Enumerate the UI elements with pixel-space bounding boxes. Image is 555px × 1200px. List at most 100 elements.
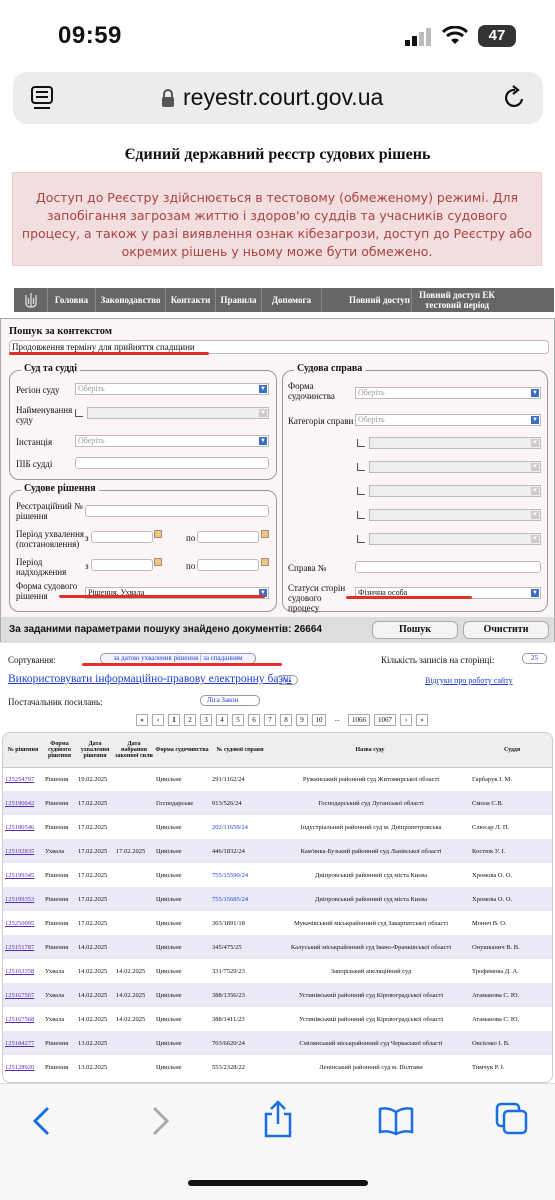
- page-link[interactable]: 1066: [348, 714, 370, 726]
- bookmarks-icon[interactable]: [378, 1106, 414, 1136]
- doc-number-cell[interactable]: 125163358: [3, 959, 43, 983]
- doc-number-cell[interactable]: 125167568: [3, 1007, 43, 1031]
- case-number-input[interactable]: [355, 561, 541, 573]
- use-db-select[interactable]: так: [276, 675, 298, 685]
- page-link[interactable]: 10: [312, 714, 326, 726]
- category-select[interactable]: Оберіть ▼: [355, 414, 541, 426]
- table-row[interactable]: 125192835 Ухвала 17.02.2025 17.02.2025 Цивіл…: [3, 839, 552, 863]
- table-row[interactable]: 125199345 Рішення 17.02.2025 Цивільне 755/15…: [3, 863, 552, 887]
- clear-button[interactable]: Очистити: [463, 621, 549, 639]
- case-number-cell[interactable]: 755/15590/24: [210, 863, 270, 887]
- calendar-icon[interactable]: [261, 530, 269, 538]
- proc-form-select[interactable]: Оберіть ▼: [355, 387, 541, 399]
- subcategory-select[interactable]: ▼: [369, 485, 541, 497]
- table-row[interactable]: 125163358 Ухвала 14.02.2025 14.02.2025 Цивіл…: [3, 959, 552, 983]
- category-checkbox[interactable]: [357, 439, 365, 447]
- calendar-icon[interactable]: [261, 558, 269, 566]
- nav-legislation[interactable]: Законодавство: [96, 288, 166, 312]
- court-name-checkbox[interactable]: [75, 409, 83, 417]
- subcategory-select[interactable]: ▼: [369, 437, 541, 449]
- case-number-cell[interactable]: 703/6620/24: [210, 1031, 270, 1055]
- table-row[interactable]: 125128920 Рішення 13.02.2025 Цивільне 553/23…: [3, 1055, 552, 1079]
- calendar-icon[interactable]: [154, 530, 162, 538]
- case-number-cell[interactable]: 291/1162/24: [210, 767, 270, 791]
- nav-full-access[interactable]: Повний доступ: [348, 288, 412, 312]
- subcategory-select[interactable]: ▼: [369, 461, 541, 473]
- page-next[interactable]: ›: [400, 714, 412, 726]
- trident-logo[interactable]: [14, 288, 48, 312]
- table-row[interactable]: 125167567 Ухвала 14.02.2025 14.02.2025 Цивіл…: [3, 983, 552, 1007]
- category-checkbox[interactable]: [357, 487, 365, 495]
- page-link[interactable]: 8: [280, 714, 292, 726]
- table-row[interactable]: 125180546 Рішення 17.02.2025 Цивільне 202/11…: [3, 815, 552, 839]
- page-link[interactable]: 7: [264, 714, 276, 726]
- doc-number-cell[interactable]: 125167567: [3, 983, 43, 1007]
- doc-number-cell[interactable]: 125151787: [3, 935, 43, 959]
- case-number-cell[interactable]: 913/526/24: [210, 791, 270, 815]
- regnum-input[interactable]: [85, 505, 269, 517]
- nav-home[interactable]: Головна: [48, 288, 96, 312]
- doc-number-cell[interactable]: 125184277: [3, 1031, 43, 1055]
- case-number-cell[interactable]: 388/1411/23: [210, 1007, 270, 1031]
- back-icon[interactable]: [30, 1106, 52, 1136]
- table-row[interactable]: 125250095 Рішення 17.02.2025 Цивільне 303/18…: [3, 911, 552, 935]
- page-first[interactable]: «: [136, 714, 148, 726]
- nav-rules[interactable]: Правила: [216, 288, 262, 312]
- category-checkbox[interactable]: [357, 535, 365, 543]
- adopt-to-input[interactable]: [197, 531, 259, 543]
- table-row[interactable]: 125167568 Ухвала 14.02.2025 14.02.2025 Цивіл…: [3, 1007, 552, 1031]
- table-row[interactable]: 125199353 Рішення 17.02.2025 Цивільне 755/15…: [3, 887, 552, 911]
- receive-from-input[interactable]: [91, 559, 153, 571]
- search-button[interactable]: Пошук: [372, 621, 458, 639]
- case-number-cell[interactable]: 202/11659/24: [210, 815, 270, 839]
- nav-help[interactable]: Допомога: [262, 288, 322, 312]
- table-row[interactable]: 125184277 Рішення 13.02.2025 Цивільне 703/66…: [3, 1031, 552, 1055]
- subcategory-select[interactable]: ▼: [369, 533, 541, 545]
- use-db-link[interactable]: Використовувати інформаційно-правову еле…: [8, 673, 292, 685]
- share-icon[interactable]: [262, 1100, 294, 1138]
- doc-number-cell[interactable]: 125128920: [3, 1055, 43, 1079]
- page-last[interactable]: »: [416, 714, 428, 726]
- doc-number-cell[interactable]: 125199353: [3, 887, 43, 911]
- case-number-cell[interactable]: 303/1891/18: [210, 911, 270, 935]
- doc-number-cell[interactable]: 125254797: [3, 767, 43, 791]
- page-current[interactable]: 1: [168, 714, 180, 726]
- adopt-from-input[interactable]: [91, 531, 153, 543]
- region-select[interactable]: Оберіть ▼: [75, 383, 269, 395]
- table-row[interactable]: 125254797 Рішення 19.02.2025 Цивільне 291/11…: [3, 767, 552, 791]
- page-link[interactable]: 3: [200, 714, 212, 726]
- feedback-link[interactable]: Відгуки про роботу сайту: [425, 676, 513, 685]
- case-number-cell[interactable]: 345/475/25: [210, 935, 270, 959]
- doc-number-cell[interactable]: 125180546: [3, 815, 43, 839]
- case-number-cell[interactable]: 331/7529/23: [210, 959, 270, 983]
- court-name-select[interactable]: ▼: [87, 407, 269, 419]
- page-link[interactable]: 5: [232, 714, 244, 726]
- category-checkbox[interactable]: [357, 463, 365, 471]
- table-row[interactable]: 125151787 Рішення 14.02.2025 Цивільне 345/47…: [3, 935, 552, 959]
- subcategory-select[interactable]: ▼: [369, 509, 541, 521]
- doc-number-cell[interactable]: 125199345: [3, 863, 43, 887]
- nav-contacts[interactable]: Контакти: [166, 288, 216, 312]
- doc-number-cell[interactable]: 125192835: [3, 839, 43, 863]
- page-link[interactable]: 2: [184, 714, 196, 726]
- page-link[interactable]: 1067: [374, 714, 396, 726]
- table-row[interactable]: 125190042 Рішення 17.02.2025 Господарське 91…: [3, 791, 552, 815]
- address-bar[interactable]: reyestr.court.gov.ua: [13, 72, 543, 124]
- page-link[interactable]: 9: [296, 714, 308, 726]
- forward-icon[interactable]: [150, 1106, 172, 1136]
- page-link[interactable]: 6: [248, 714, 260, 726]
- case-number-cell[interactable]: 755/15685/24: [210, 887, 270, 911]
- receive-to-input[interactable]: [197, 559, 259, 571]
- instance-select[interactable]: Оберіть ▼: [75, 435, 269, 447]
- tabs-icon[interactable]: [495, 1102, 529, 1136]
- doc-number-cell[interactable]: 125190042: [3, 791, 43, 815]
- reader-icon[interactable]: [31, 86, 53, 110]
- nav-full-access-ek[interactable]: Повний доступ ЕК тестовий період: [412, 288, 502, 312]
- judge-input[interactable]: [75, 457, 269, 469]
- provider-select[interactable]: Ліга Закон: [200, 695, 260, 706]
- case-number-cell[interactable]: 388/1356/23: [210, 983, 270, 1007]
- doc-number-cell[interactable]: 125250095: [3, 911, 43, 935]
- count-select[interactable]: 25: [522, 653, 547, 664]
- page-prev[interactable]: ‹: [152, 714, 164, 726]
- case-number-cell[interactable]: 446/1832/24: [210, 839, 270, 863]
